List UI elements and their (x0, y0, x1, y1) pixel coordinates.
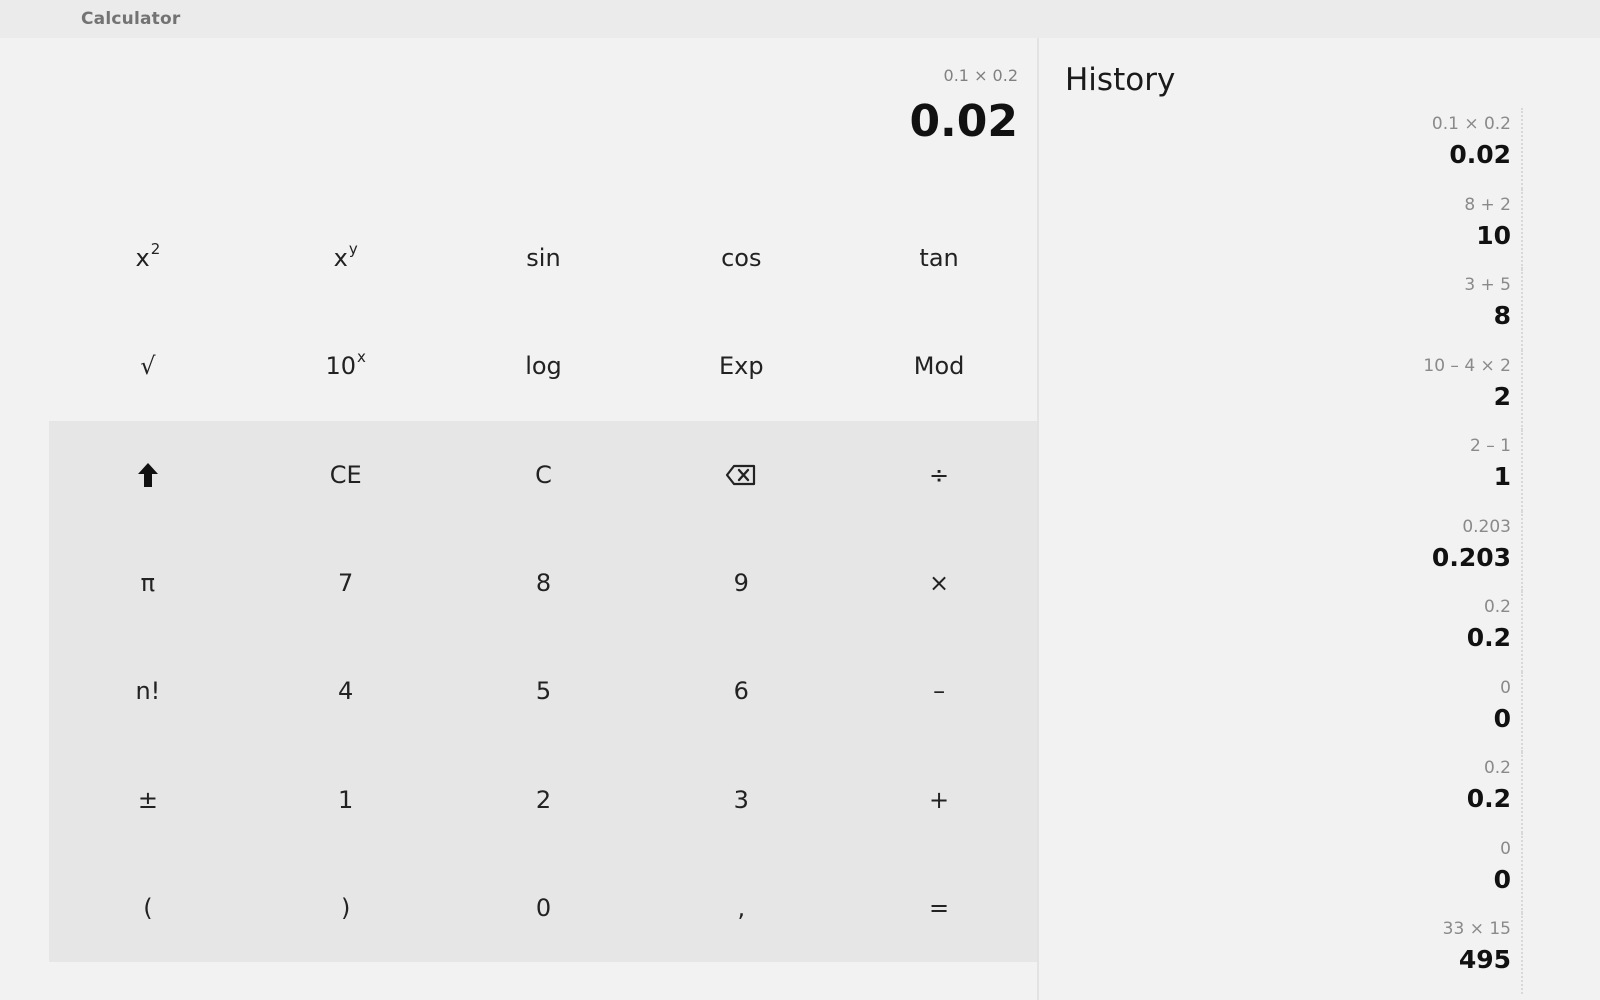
history-result: 0 (1493, 703, 1511, 733)
clear-button[interactable]: C (444, 420, 643, 529)
divide-button[interactable]: ÷ (840, 420, 1038, 529)
power-button[interactable]: xy (246, 204, 445, 313)
history-expression: 0.203 (1462, 516, 1511, 537)
history-expression: 10 – 4 × 2 (1423, 355, 1511, 376)
history-panel: History 0.1 × 0.2 0.02 8 + 2 10 3 + 58 10 … (1039, 38, 1600, 1000)
digit-9-button[interactable]: 9 (642, 528, 841, 638)
history-expression: 0.1 × 0.2 (1431, 114, 1511, 134)
history-expression: 8 + 2 (1464, 194, 1511, 215)
decimal-button[interactable]: , (642, 853, 841, 962)
equals-button[interactable]: = (840, 853, 1038, 962)
tan-button[interactable]: tan (840, 204, 1038, 313)
digit-1-button[interactable]: 1 (246, 745, 445, 854)
log-button[interactable]: log (444, 312, 643, 421)
history-item[interactable]: 3 + 5 8 (1223, 269, 1523, 350)
pi-button[interactable]: π (49, 528, 247, 638)
history-item[interactable]: 10 – 4 × 2 2 (1223, 349, 1523, 430)
history-result: 10 (1476, 220, 1511, 250)
history-result: 2 (1493, 381, 1511, 411)
history-result: 495 (1458, 945, 1511, 974)
history-expression: 0.2 (1483, 758, 1511, 778)
digit-3-button[interactable]: 3 (642, 745, 841, 854)
left-paren-button[interactable]: ( (49, 853, 247, 962)
history-expression: 0 (1500, 677, 1511, 698)
history-item[interactable]: 2 – 1 1 (1223, 430, 1523, 511)
negate-button[interactable]: ± (49, 745, 247, 854)
digit-0-button[interactable]: 0 (444, 853, 643, 962)
digit-4-button[interactable]: 4 (246, 637, 445, 746)
history-expression: 0 (1500, 838, 1511, 859)
digit-7-button[interactable]: 7 (246, 528, 445, 638)
history-item[interactable]: 0.203 0.203 (1223, 510, 1523, 591)
digit-8-button[interactable]: 8 (444, 528, 643, 638)
history-item[interactable]: 0.2 0.2 (1223, 752, 1523, 833)
backspace-button[interactable] (642, 420, 841, 529)
history-expression: 3 + 5 (1464, 275, 1511, 295)
history-item[interactable]: 00 (1223, 832, 1523, 913)
sqrt-button[interactable]: √ (49, 312, 247, 421)
square-button[interactable]: x2 (49, 204, 247, 313)
digit-2-button[interactable]: 2 (444, 745, 643, 854)
history-expression: 33 × 15 (1442, 919, 1511, 939)
display-result: 0.02 (909, 96, 1018, 147)
plus-button[interactable]: + (840, 745, 1038, 854)
display-expression: 0.1 × 0.2 (943, 66, 1018, 85)
history-item[interactable]: 0.1 × 0.2 0.02 (1223, 108, 1523, 189)
minus-button[interactable]: – (840, 637, 1038, 746)
history-expression: 0.2 (1483, 597, 1511, 617)
ten-power-button[interactable]: 10 x (246, 312, 445, 421)
exp-button[interactable]: Exp (642, 312, 841, 421)
digit-5-button[interactable]: 5 (444, 637, 643, 746)
history-item[interactable]: 8 + 2 10 (1223, 188, 1523, 269)
history-result: 0.02 (1449, 140, 1511, 169)
history-result: 0.2 (1466, 623, 1511, 652)
keypad: x2 xy sin cos tan √ 10 x log Exp Mod CE C… (49, 204, 1038, 962)
history-item[interactable]: 00 (1223, 671, 1523, 752)
sin-button[interactable]: sin (444, 204, 643, 313)
history-item[interactable]: 33 × 15 495 (1223, 913, 1523, 994)
history-item[interactable]: 0.2 0.2 (1223, 591, 1523, 672)
window-title: Calculator (81, 9, 181, 29)
shift-button[interactable] (49, 420, 247, 529)
digit-6-button[interactable]: 6 (642, 637, 841, 746)
history-result: 0.203 (1431, 542, 1511, 572)
arrow-up-icon (137, 462, 158, 487)
clear-entry-button[interactable]: CE (246, 420, 445, 529)
title-bar: Calculator (0, 0, 1600, 38)
multiply-button[interactable]: × (840, 528, 1038, 638)
right-paren-button[interactable]: ) (246, 853, 445, 962)
factorial-button[interactable]: n! (49, 637, 247, 746)
history-expression: 2 – 1 (1470, 436, 1511, 456)
history-result: 8 (1493, 301, 1511, 330)
history-result: 0.2 (1466, 784, 1511, 813)
backspace-icon (726, 464, 756, 485)
mod-button[interactable]: Mod (840, 312, 1038, 421)
history-result: 1 (1493, 462, 1511, 491)
history-list: 0.1 × 0.2 0.02 8 + 2 10 3 + 58 10 – 4 × 22… (1223, 108, 1523, 994)
history-result: 0 (1493, 864, 1511, 894)
history-title: History (1065, 62, 1176, 98)
cos-button[interactable]: cos (642, 204, 841, 313)
